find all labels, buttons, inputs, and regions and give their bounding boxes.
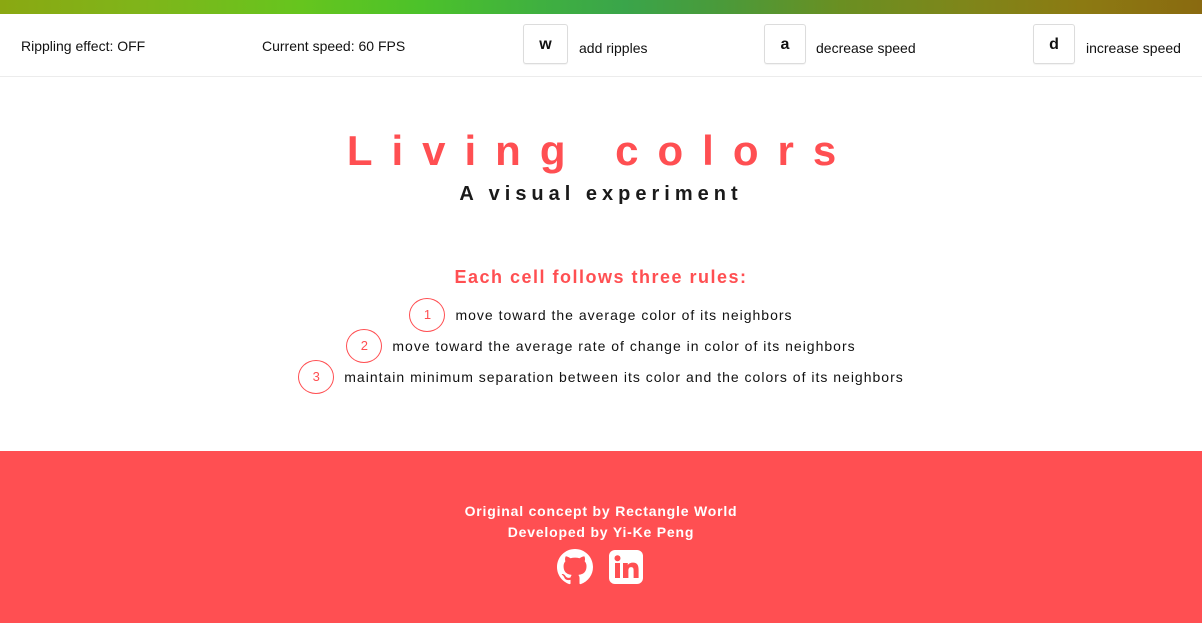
add-ripples-label: add ripples [579,40,648,56]
controls-toolbar: Rippling effect: OFF Current speed: 60 F… [0,14,1202,77]
increase-speed-label: increase speed [1086,40,1181,56]
rules-heading: Each cell follows three rules: [454,267,748,287]
key-d-button[interactable]: d [1033,24,1075,64]
speed-status: Current speed: 60 FPS [262,38,406,54]
linkedin-link[interactable] [608,549,644,585]
linkedin-icon [609,550,643,584]
rule-number-badge: 2 [346,329,383,363]
key-a-button[interactable]: a [764,24,806,64]
page-subtitle: A visual experiment [459,183,743,205]
rule-item: 3 maintain minimum separation between it… [0,359,1202,395]
credit-developer: Developed by Yi-Ke Peng [507,524,695,540]
rippling-status: Rippling effect: OFF [21,38,146,54]
footer-credits: Original concept by Rectangle World Deve… [0,501,1202,543]
rule-text: move toward the average color of its nei… [455,307,793,323]
github-icon [557,549,593,585]
color-gradient-strip [0,0,1202,14]
credit-original-concept: Original concept by Rectangle World [464,503,738,519]
rule-text: move toward the average rate of change i… [392,338,856,354]
rule-number-badge: 1 [409,298,446,332]
rule-number-badge: 3 [298,360,335,394]
key-w-button[interactable]: w [523,24,568,64]
rule-text: maintain minimum separation between its … [344,369,904,385]
decrease-speed-label: decrease speed [816,40,916,56]
github-link[interactable] [557,549,593,585]
footer: Original concept by Rectangle World Deve… [0,451,1202,623]
page-title: Living colors [346,127,856,174]
